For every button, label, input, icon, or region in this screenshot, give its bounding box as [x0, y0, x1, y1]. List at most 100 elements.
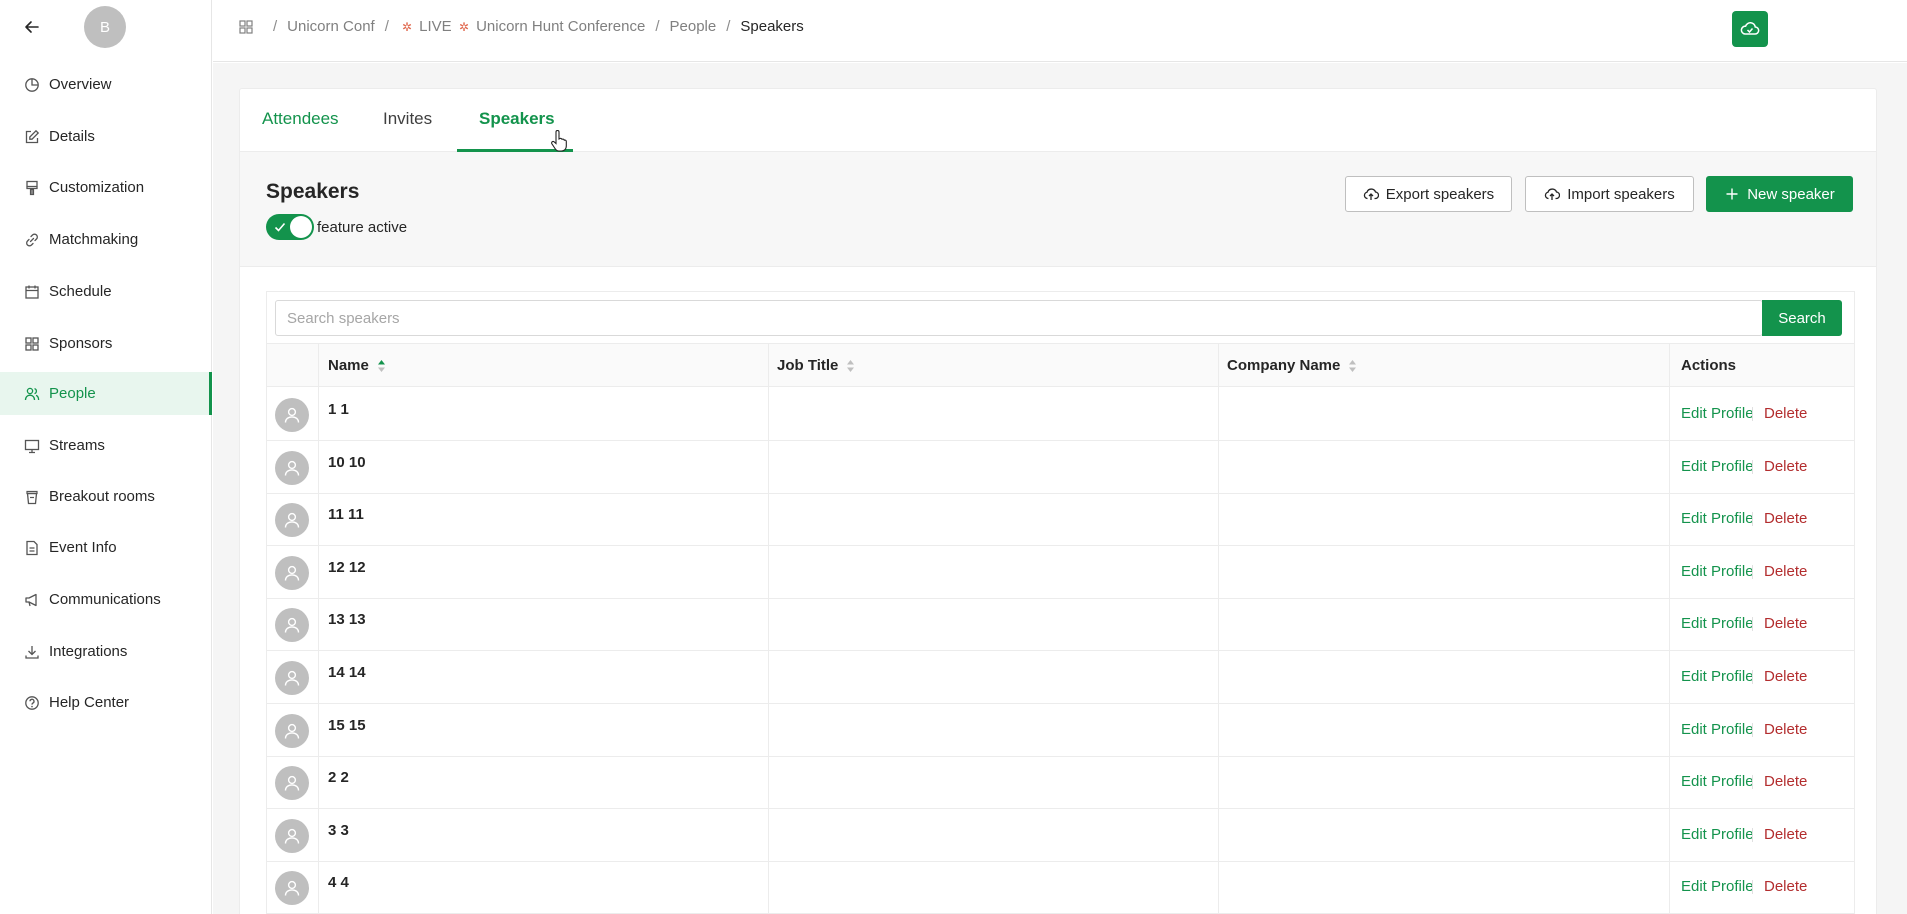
breadcrumb-item-people[interactable]: People	[670, 18, 717, 35]
breadcrumb-separator: /	[273, 18, 278, 35]
delete-link[interactable]: Delete	[1764, 878, 1807, 895]
link-icon	[24, 232, 40, 248]
column-header-job-title[interactable]: Job Title	[777, 344, 855, 387]
avatar	[275, 871, 309, 906]
user-avatar[interactable]: B	[84, 6, 126, 48]
import-label: Import speakers	[1567, 185, 1675, 203]
table-row: 11 11 Edit Profile Delete	[267, 493, 1854, 547]
edit-profile-link[interactable]: Edit Profile	[1681, 405, 1754, 422]
sidebar-item-event-info[interactable]: Event Info	[0, 526, 212, 569]
cloud-icon	[1740, 21, 1760, 37]
column-header-name[interactable]: Name	[328, 344, 386, 387]
breadcrumb-item-event[interactable]: ✲ LIVE ✲ Unicorn Hunt Conference	[399, 18, 645, 35]
publish-cloud-button[interactable]	[1732, 11, 1768, 47]
paint-brush-icon	[24, 180, 40, 196]
edit-profile-link[interactable]: Edit Profile	[1681, 773, 1754, 790]
user-icon	[283, 406, 301, 424]
delete-link[interactable]: Delete	[1764, 510, 1807, 527]
sort-ascending-icon[interactable]	[377, 359, 386, 373]
user-icon	[283, 459, 301, 477]
edit-profile-link[interactable]: Edit Profile	[1681, 615, 1754, 632]
new-speaker-button[interactable]: New speaker	[1706, 176, 1853, 212]
download-icon	[24, 644, 40, 660]
sidebar-item-label: Breakout rooms	[49, 488, 155, 505]
table-row: 15 15 Edit Profile Delete	[267, 704, 1854, 757]
delete-link[interactable]: Delete	[1764, 458, 1807, 475]
new-speaker-label: New speaker	[1747, 185, 1835, 203]
speaker-name: 10 10	[328, 453, 366, 471]
delete-link[interactable]: Delete	[1764, 773, 1807, 790]
sparkle-icon: ✲	[458, 20, 469, 34]
sidebar-item-label: Streams	[49, 437, 105, 454]
sort-icon[interactable]	[1348, 359, 1357, 373]
speaker-name: 4 4	[328, 874, 349, 892]
edit-profile-link[interactable]: Edit Profile	[1681, 668, 1754, 685]
avatar	[275, 555, 309, 590]
search-button[interactable]: Search	[1762, 300, 1842, 336]
delete-link[interactable]: Delete	[1764, 405, 1807, 422]
avatar	[275, 713, 309, 748]
edit-profile-link[interactable]: Edit Profile	[1681, 826, 1754, 843]
column-label: Actions	[1681, 357, 1737, 374]
sidebar-item-label: Sponsors	[49, 335, 113, 352]
speaker-name: 15 15	[328, 716, 366, 734]
edit-profile-link[interactable]: Edit Profile	[1681, 878, 1754, 895]
sidebar-item-details[interactable]: Details	[0, 115, 212, 158]
breadcrumb-item-org[interactable]: Unicorn Conf	[287, 18, 375, 35]
help-circle-icon	[24, 695, 40, 711]
sidebar-item-matchmaking[interactable]: Matchmaking	[0, 218, 212, 261]
delete-link[interactable]: Delete	[1764, 826, 1807, 843]
table-row: 3 3 Edit Profile Delete	[267, 809, 1854, 862]
table-row: 1 1 Edit Profile Delete	[267, 388, 1854, 441]
sort-icon[interactable]	[846, 359, 855, 373]
avatar	[275, 398, 309, 432]
tab-attendees[interactable]: Attendees	[262, 109, 339, 129]
avatar	[275, 608, 309, 643]
tab-speakers[interactable]: Speakers	[479, 109, 555, 129]
delete-link[interactable]: Delete	[1764, 721, 1807, 738]
column-label: Company Name	[1227, 357, 1341, 374]
people-icon	[24, 386, 40, 402]
action-divider	[1752, 827, 1753, 842]
sidebar-item-breakout-rooms[interactable]: Breakout rooms	[0, 475, 212, 518]
speaker-name: 2 2	[328, 769, 349, 787]
sidebar-item-integrations[interactable]: Integrations	[0, 630, 212, 673]
sidebar-item-overview[interactable]: Overview	[0, 63, 212, 106]
sidebar-item-streams[interactable]: Streams	[0, 424, 212, 467]
action-divider	[1752, 459, 1753, 474]
sidebar-item-customization[interactable]: Customization	[0, 166, 212, 209]
edit-profile-link[interactable]: Edit Profile	[1681, 458, 1754, 475]
delete-link[interactable]: Delete	[1764, 563, 1807, 580]
delete-link[interactable]: Delete	[1764, 668, 1807, 685]
feature-active-toggle[interactable]	[266, 214, 314, 240]
sidebar-item-label: Overview	[49, 76, 112, 93]
edit-profile-link[interactable]: Edit Profile	[1681, 563, 1754, 580]
sidebar-item-help-center[interactable]: Help Center	[0, 681, 212, 724]
user-icon	[283, 564, 301, 582]
breadcrumb-separator: /	[655, 18, 660, 35]
grid-icon	[24, 336, 40, 352]
back-arrow-icon[interactable]	[22, 17, 42, 37]
apps-grid-icon[interactable]	[239, 19, 253, 34]
column-label: Job Title	[777, 357, 839, 374]
import-speakers-button[interactable]: Import speakers	[1525, 176, 1694, 212]
delete-link[interactable]: Delete	[1764, 615, 1807, 632]
sidebar-item-people[interactable]: People	[0, 372, 212, 415]
column-header-actions: Actions	[1681, 344, 1736, 387]
checkmark-icon	[273, 220, 287, 234]
sidebar-item-schedule[interactable]: Schedule	[0, 270, 212, 313]
table-row: 10 10 Edit Profile Delete	[267, 441, 1854, 494]
edit-profile-link[interactable]: Edit Profile	[1681, 510, 1754, 527]
avatar	[275, 766, 309, 801]
tab-invites[interactable]: Invites	[383, 109, 432, 129]
sidebar-item-communications[interactable]: Communications	[0, 578, 212, 621]
sidebar-item-label: Schedule	[49, 283, 112, 300]
action-divider	[1752, 564, 1753, 579]
edit-profile-link[interactable]: Edit Profile	[1681, 721, 1754, 738]
search-input[interactable]	[275, 300, 1763, 336]
column-header-company[interactable]: Company Name	[1227, 344, 1357, 387]
sidebar-item-sponsors[interactable]: Sponsors	[0, 322, 212, 365]
search-bar: Search	[267, 292, 1854, 344]
export-speakers-button[interactable]: Export speakers	[1345, 176, 1512, 212]
export-label: Export speakers	[1385, 185, 1495, 203]
